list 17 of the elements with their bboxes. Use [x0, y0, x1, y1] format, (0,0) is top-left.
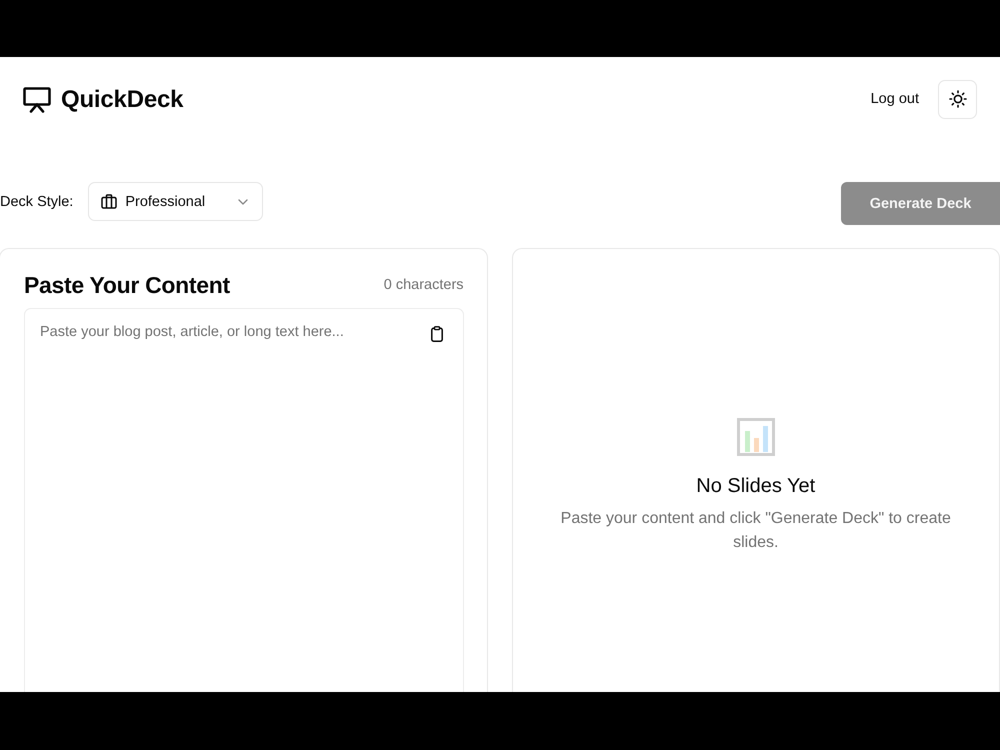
empty-state-message: Paste your content and click "Generate Deck" to create slides. — [560, 509, 952, 553]
app-name: QuickDeck — [61, 86, 184, 114]
bar-chart-icon — [736, 418, 775, 456]
sun-icon — [948, 90, 966, 108]
panel-title: Paste Your Content — [24, 272, 230, 298]
deck-style-dropdown[interactable]: Professional — [88, 182, 264, 221]
briefcase-icon — [101, 194, 118, 209]
character-count: 0 characters — [384, 277, 464, 293]
paste-clipboard-button[interactable] — [430, 326, 443, 342]
presentation-board-icon — [23, 86, 51, 112]
empty-state-title: No Slides Yet — [696, 475, 816, 498]
content-text-area[interactable]: Paste your blog post, article, or long text here... — [24, 308, 464, 692]
theme-toggle-button[interactable] — [938, 80, 977, 118]
logout-button[interactable]: Log out — [870, 91, 919, 107]
chevron-down-icon — [238, 198, 248, 204]
clipboard-icon — [430, 326, 443, 342]
deck-style-label: Deck Style: — [0, 194, 74, 210]
